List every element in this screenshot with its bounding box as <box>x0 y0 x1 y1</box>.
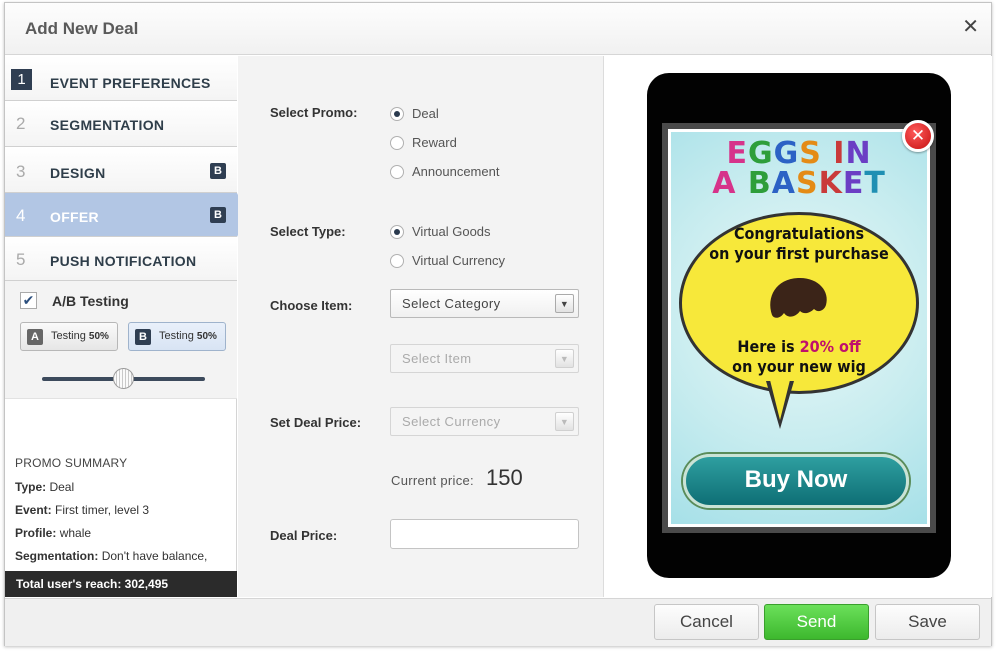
save-button[interactable]: Save <box>875 604 980 640</box>
current-price-label: Current price: <box>391 473 474 488</box>
select-type-label: Select Type: <box>270 224 346 239</box>
variant-a-icon: A <box>27 329 43 345</box>
variant-b-badge: B <box>210 163 226 179</box>
step-label: DESIGN <box>50 165 106 181</box>
chevron-down-icon[interactable]: ▼ <box>555 294 574 313</box>
offer-form: Select Promo: Deal Reward Announcement S… <box>238 56 604 597</box>
deal-price-label: Deal Price: <box>270 528 338 543</box>
speech-bubble-tail-fill <box>770 380 790 420</box>
step-design[interactable]: 3 DESIGN B <box>5 147 237 193</box>
ab-testing-label: A/B Testing <box>52 293 129 309</box>
dialog-footer: Cancel Send Save <box>5 598 991 646</box>
phone-screen: EGGS IN A BASKET Congratulations on your… <box>662 120 936 533</box>
chevron-down-icon[interactable]: ▼ <box>555 412 574 431</box>
category-select[interactable]: Select Category ▼ <box>390 289 579 318</box>
step-number: 1 <box>11 69 32 90</box>
step-label: OFFER <box>50 209 99 225</box>
ab-testing-panel: ✔ A/B Testing A Testing 50% B Testing 50… <box>5 281 237 399</box>
choose-item-label: Choose Item: <box>270 298 353 313</box>
summary-type: Type: Deal <box>15 480 75 494</box>
promo-radio-reward[interactable]: Reward <box>390 136 457 150</box>
promo-summary-title: PROMO SUMMARY <box>15 456 128 470</box>
step-number: 2 <box>16 114 26 133</box>
total-reach-bar: Total user's reach: 302,495 <box>5 571 237 597</box>
item-select[interactable]: Select Item ▼ <box>390 344 579 373</box>
cancel-button[interactable]: Cancel <box>654 604 759 640</box>
buy-now-button[interactable]: Buy Now <box>683 454 909 508</box>
variant-b-badge: B <box>210 207 226 223</box>
variant-b-icon: B <box>135 329 151 345</box>
game-logo-line2: A BASKET <box>712 166 886 201</box>
step-label: SEGMENTATION <box>50 117 165 133</box>
category-select-value: Select Category <box>402 296 501 311</box>
step-number: 5 <box>16 250 26 269</box>
deal-price-input[interactable] <box>390 519 579 549</box>
wig-icon <box>770 277 827 318</box>
select-promo-label: Select Promo: <box>270 105 358 120</box>
popup-close-icon[interactable]: ✕ <box>902 120 934 152</box>
summary-profile: Profile: whale <box>15 526 92 540</box>
headline-line2: on your first purchase <box>709 244 889 263</box>
variant-b-button[interactable]: B Testing 50% <box>128 322 226 351</box>
promo-summary: PROMO SUMMARY Type: Deal Event: First ti… <box>15 456 207 572</box>
step-label: EVENT PREFERENCES <box>50 75 211 91</box>
step-event-preferences[interactable]: 1 EVENT PREFERENCES <box>5 56 237 101</box>
wizard-sidebar: 1 EVENT PREFERENCES 2 SEGMENTATION 3 DES… <box>5 56 248 597</box>
promo-radio-deal[interactable]: Deal <box>390 107 439 121</box>
type-radio-virtual-currency[interactable]: Virtual Currency <box>390 254 505 268</box>
variant-a-percent: 50% <box>88 331 109 342</box>
offer-popup: EGGS IN A BASKET Congratulations on your… <box>668 129 930 527</box>
summary-event: Event: First timer, level 3 <box>15 503 150 517</box>
variant-a-label: Testing <box>51 330 86 342</box>
send-button[interactable]: Send <box>764 604 869 640</box>
preview-panel: EGGS IN A BASKET Congratulations on your… <box>605 56 992 597</box>
step-label: PUSH NOTIFICATION <box>50 253 197 269</box>
headline-line1: Congratulations <box>733 224 865 243</box>
currency-select-value: Select Currency <box>402 414 501 429</box>
variant-b-percent: 50% <box>196 331 217 342</box>
current-price-value: 150 <box>486 465 523 490</box>
offer-line1: Here is 20% off <box>737 337 861 356</box>
step-segmentation[interactable]: 2 SEGMENTATION <box>5 101 237 147</box>
add-new-deal-dialog: Add New Deal ✕ 1 EVENT PREFERENCES 2 SEG… <box>4 2 992 646</box>
item-select-value: Select Item <box>402 351 472 366</box>
set-deal-price-label: Set Deal Price: <box>270 415 362 430</box>
step-number: 4 <box>16 206 26 225</box>
summary-segmentation: Segmentation: Don't have balance, <box>15 549 208 563</box>
step-number: 3 <box>16 162 26 181</box>
chevron-down-icon[interactable]: ▼ <box>555 349 574 368</box>
variant-b-label: Testing <box>159 330 194 342</box>
title-bar: Add New Deal ✕ <box>5 3 991 55</box>
currency-select[interactable]: Select Currency ▼ <box>390 407 579 436</box>
close-icon[interactable]: ✕ <box>962 14 979 39</box>
promo-radio-announcement[interactable]: Announcement <box>390 165 499 179</box>
variant-a-button[interactable]: A Testing 50% <box>20 322 118 351</box>
offer-line2: on your new wig <box>732 357 866 376</box>
discount-highlight: 20% off <box>799 337 861 356</box>
ab-testing-checkbox[interactable]: ✔ <box>20 292 37 309</box>
ab-split-slider-handle[interactable] <box>113 368 134 389</box>
phone-frame: EGGS IN A BASKET Congratulations on your… <box>647 73 951 578</box>
step-offer[interactable]: 4 OFFER B <box>5 193 248 237</box>
step-push-notification[interactable]: 5 PUSH NOTIFICATION <box>5 237 237 281</box>
type-radio-virtual-goods[interactable]: Virtual Goods <box>390 225 491 239</box>
dialog-title: Add New Deal <box>25 19 139 38</box>
